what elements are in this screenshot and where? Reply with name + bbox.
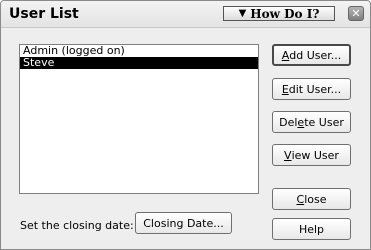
view-user-button[interactable]: View User xyxy=(272,144,351,166)
button-label: dd User... xyxy=(289,48,342,62)
delete-user-button[interactable]: Del e te User xyxy=(272,111,351,133)
list-item-label: Steve xyxy=(23,56,55,69)
accelerator-key: V xyxy=(284,148,292,162)
help-button[interactable]: Help xyxy=(272,218,351,240)
list-item-steve[interactable]: Steve xyxy=(20,57,258,69)
how-do-i-label: How Do I? xyxy=(250,6,320,21)
button-label: Help xyxy=(298,222,325,236)
accelerator-key: A xyxy=(281,48,290,62)
closing-date-label: Set the closing date: xyxy=(20,219,134,232)
edit-user-button[interactable]: Edit User... xyxy=(272,78,351,100)
triangle-down-icon: ▼ xyxy=(238,8,247,19)
user-list-window: User List ▼ How Do I? ✕ Admin (logged on… xyxy=(0,0,371,250)
accelerator-key: e xyxy=(297,115,305,129)
window-title: User List xyxy=(9,6,79,22)
add-user-button[interactable]: Add User... xyxy=(272,44,351,66)
button-label: Del xyxy=(279,115,298,129)
close-window-button[interactable]: ✕ xyxy=(348,6,364,21)
button-label: te User xyxy=(304,115,344,129)
accelerator-key: E xyxy=(281,82,289,96)
button-label: Closing Date... xyxy=(143,216,224,230)
close-button[interactable]: Close xyxy=(272,188,351,210)
list-item-admin[interactable]: Admin (logged on) xyxy=(20,45,258,57)
user-listbox[interactable]: Admin (logged on) Steve xyxy=(19,44,259,194)
how-do-i-button[interactable]: ▼ How Do I? xyxy=(223,6,335,21)
closing-date-button[interactable]: Closing Date... xyxy=(135,212,232,234)
accelerator-key: C xyxy=(296,192,305,206)
title-bar: User List ▼ How Do I? ✕ xyxy=(1,1,370,28)
button-label: lose xyxy=(304,192,327,206)
close-icon: ✕ xyxy=(351,7,361,20)
button-label: dit User... xyxy=(288,82,342,96)
button-label: iew User xyxy=(291,148,339,162)
